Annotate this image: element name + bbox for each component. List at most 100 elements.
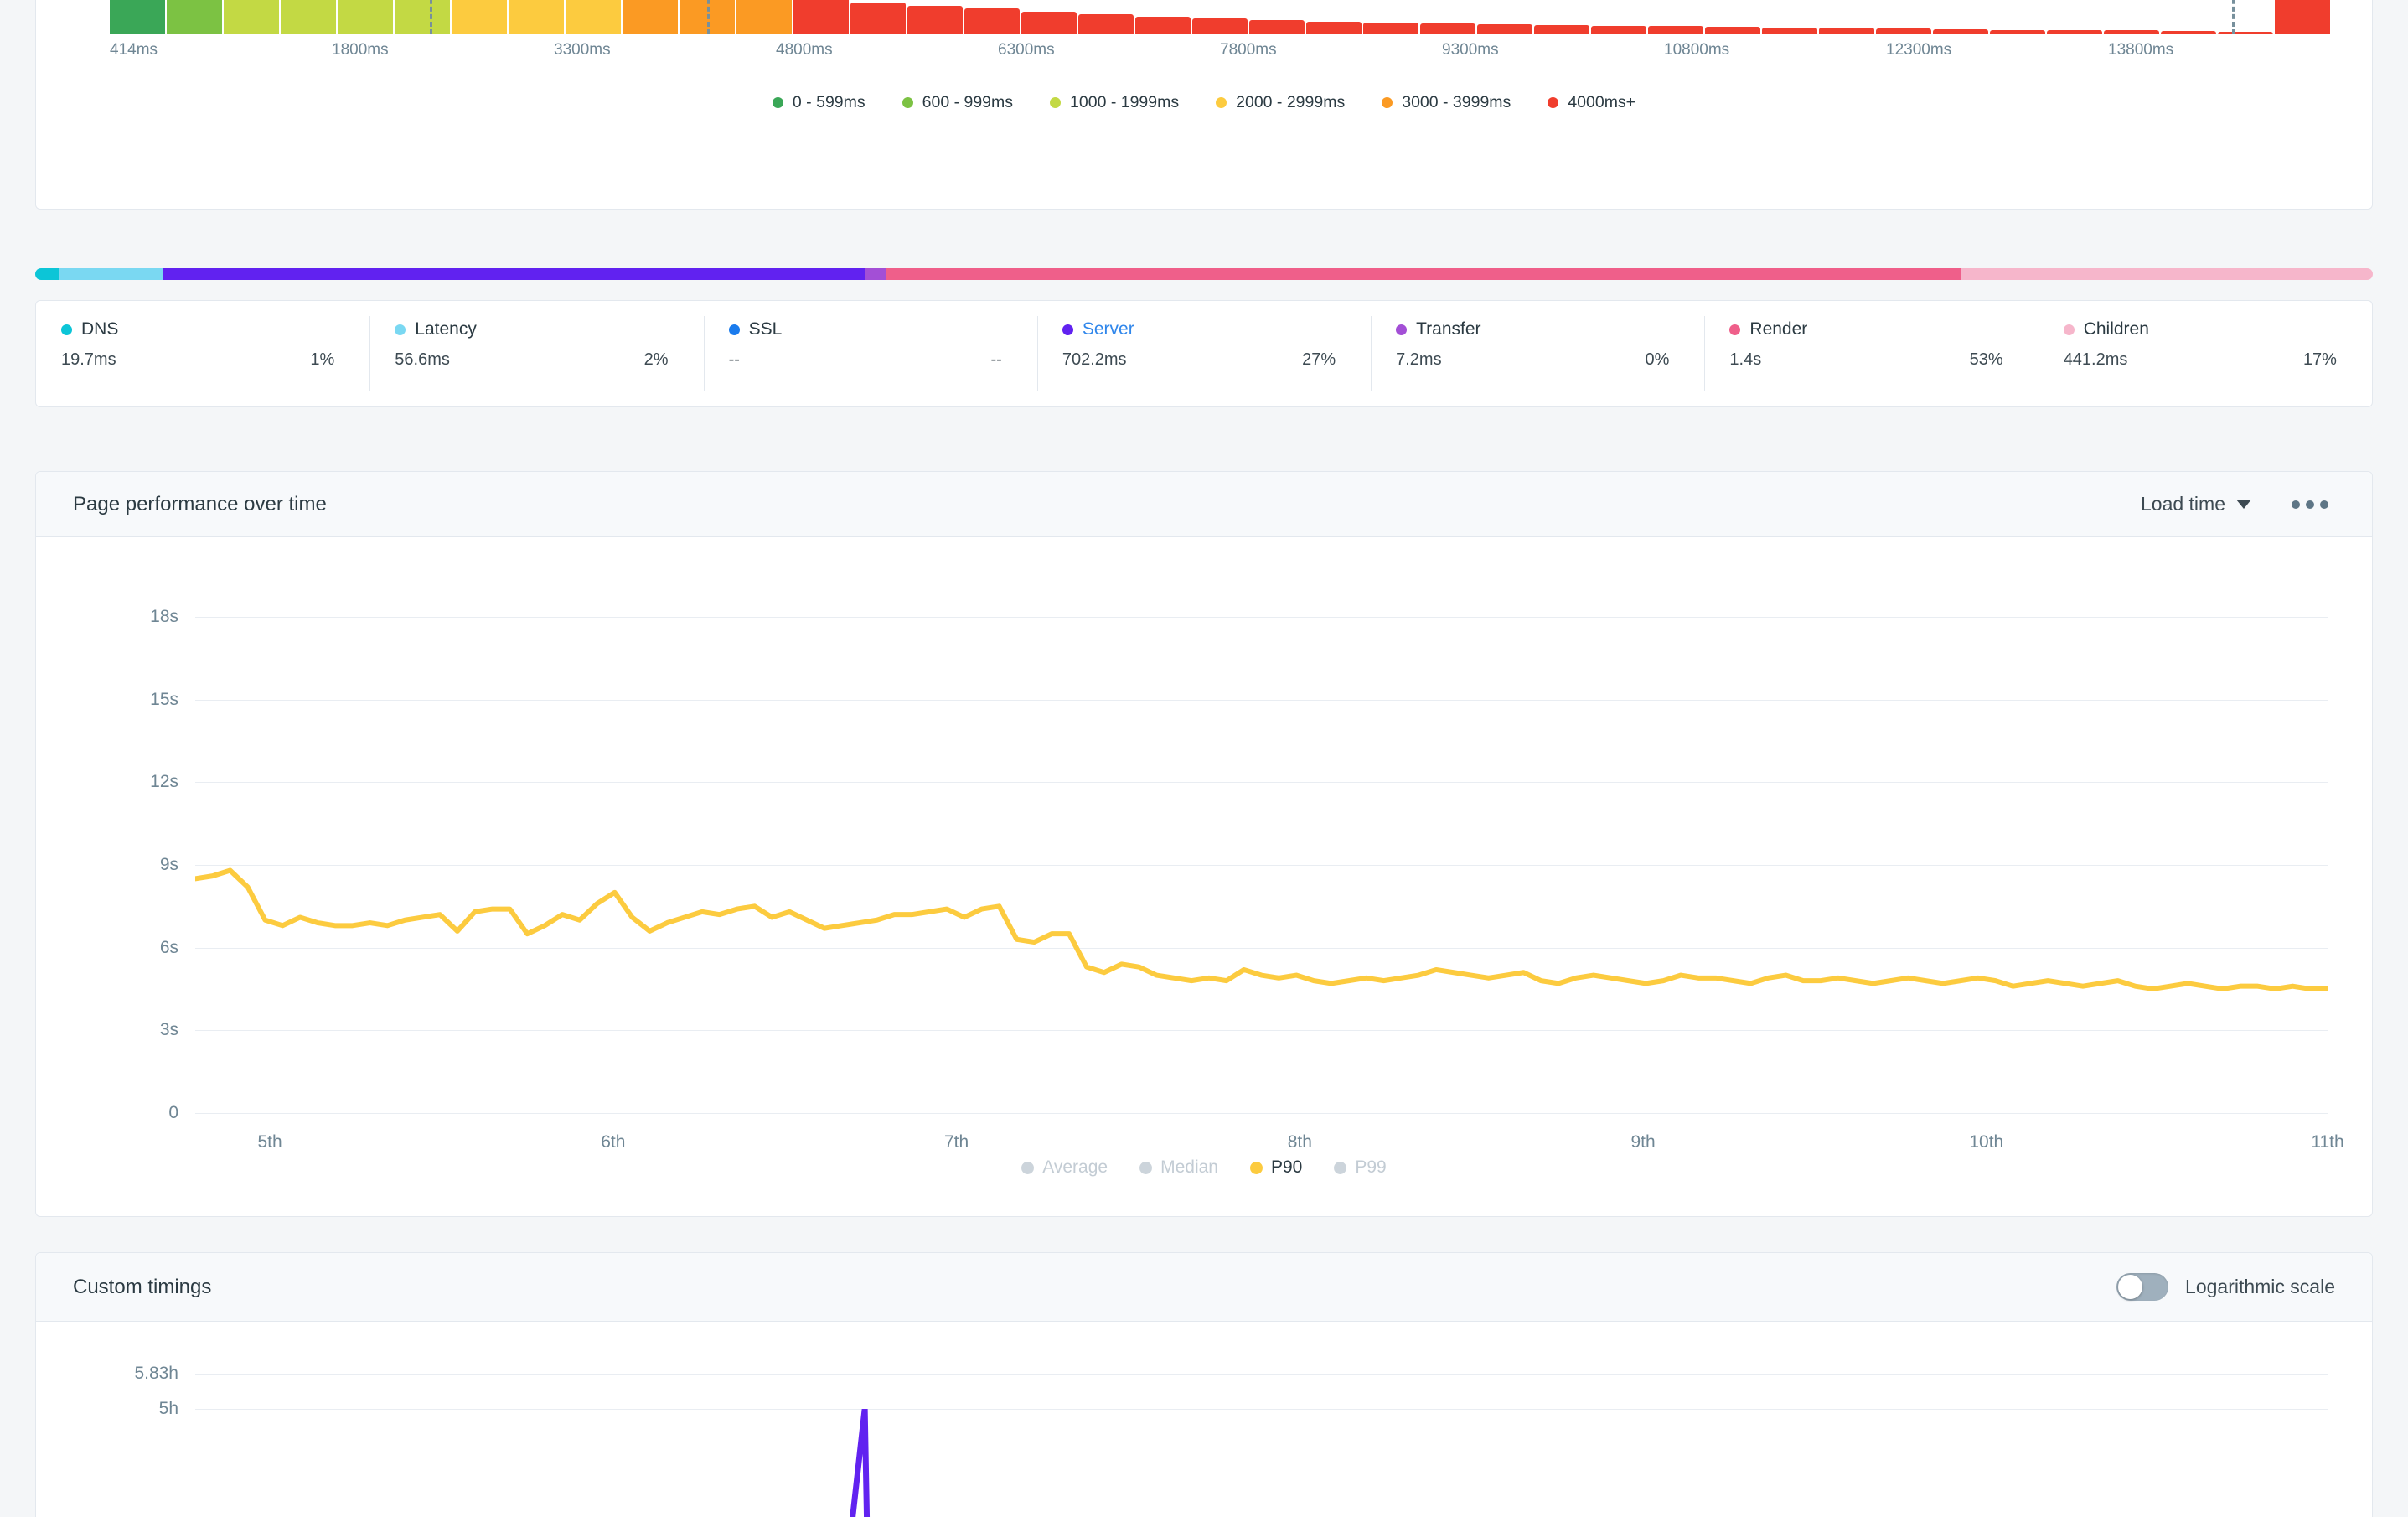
breakdown-percent: 53% (1969, 350, 2003, 369)
breakdown-value: -- (728, 350, 740, 369)
breakdown-values: 7.2ms 0% (1396, 350, 1679, 370)
breakdown-cell-server[interactable]: Server 702.2ms 27% (1036, 301, 1371, 406)
breakdown-head: SSL (728, 319, 1012, 339)
histogram-legend-item[interactable]: 0 - 599ms (772, 93, 866, 112)
performance-legend-item-p99[interactable]: P99 (1334, 1157, 1387, 1178)
page-performance-card: Page performance over time Load time 0 3s… (35, 471, 2373, 1217)
legend-label: 600 - 999ms (922, 93, 1014, 111)
metric-select[interactable]: Load time (2141, 493, 2251, 515)
histogram-bar[interactable] (736, 0, 792, 34)
histogram-bars[interactable] (110, 0, 2330, 34)
breakdown-cell-render[interactable]: Render 1.4s 53% (1704, 301, 2038, 406)
breakdown-percent: 17% (2302, 350, 2337, 369)
breakdown-cell-dns[interactable]: DNS 19.7ms 1% (36, 301, 369, 406)
page-performance-header-actions: Load time (2141, 493, 2335, 515)
histogram-legend-item[interactable]: 3000 - 3999ms (1382, 93, 1511, 112)
histogram-bar[interactable] (1192, 18, 1248, 34)
legend-dot (1021, 1161, 1035, 1174)
timing-segment-dns[interactable] (35, 268, 59, 280)
histogram-bar[interactable] (964, 8, 1020, 34)
timing-breakdown-bar[interactable] (35, 268, 2373, 280)
breakdown-name: Render (1749, 319, 1808, 339)
histogram-bar[interactable] (1306, 21, 1362, 34)
breakdown-head: Render (1729, 319, 2013, 339)
performance-legend-item-median[interactable]: Median (1139, 1157, 1218, 1178)
breakdown-name: Transfer (1416, 319, 1481, 339)
histogram-bar[interactable] (452, 0, 507, 34)
histogram-bar[interactable] (623, 0, 678, 34)
timing-segment-transfer[interactable] (865, 268, 886, 280)
performance-legend: Average Median P90 P99 (36, 1157, 2372, 1178)
histogram-bar[interactable] (338, 0, 393, 34)
custom-timings-card: Custom timings Logarithmic scale 5.83h 5h (35, 1252, 2373, 1517)
performance-line-chart[interactable]: 0 3s 6s 9s 12s 15s 18s 5th 6th 7th 8th 9th 10th 11th (150, 589, 2344, 1152)
breakdown-values: 19.7ms 1% (61, 350, 344, 370)
histogram-bar[interactable] (224, 0, 279, 34)
performance-legend-item-average[interactable]: Average (1021, 1157, 1108, 1178)
histogram-legend-item[interactable]: 4000ms+ (1548, 93, 1635, 112)
legend-dot (1050, 97, 1062, 108)
custom-timings-series-svg (850, 1409, 871, 1517)
histogram-bar[interactable] (850, 3, 906, 34)
histogram-bar[interactable] (509, 0, 564, 34)
timing-segment-latency[interactable] (58, 268, 164, 280)
histogram-bar[interactable] (395, 0, 450, 34)
histogram-bar[interactable] (566, 0, 621, 34)
kebab-menu-icon[interactable] (2285, 494, 2335, 515)
breakdown-cell-children[interactable]: Children 441.2ms 17% (2038, 301, 2372, 406)
timing-segment-children[interactable] (1961, 268, 2373, 280)
histogram-bar[interactable] (793, 0, 849, 34)
chevron-down-icon (2236, 500, 2251, 509)
histogram-legend-item[interactable]: 1000 - 1999ms (1050, 93, 1179, 112)
breakdown-name: Children (2083, 319, 2149, 339)
kebab-dot (2292, 500, 2300, 509)
legend-label: 0 - 599ms (792, 93, 866, 111)
logarithmic-scale-toggle[interactable]: Logarithmic scale (2116, 1273, 2335, 1301)
histogram-bar[interactable] (1363, 23, 1418, 34)
logarithmic-scale-label: Logarithmic scale (2185, 1276, 2335, 1297)
histogram-marker-line (706, 0, 710, 34)
timing-segment-server[interactable] (163, 268, 866, 280)
breakdown-cell-transfer[interactable]: Transfer 7.2ms 0% (1371, 301, 1704, 406)
histogram-legend-item[interactable]: 2000 - 2999ms (1216, 93, 1345, 112)
legend-dot (902, 97, 913, 108)
page-performance-header: Page performance over time Load time (36, 472, 2372, 537)
histogram-bar[interactable] (1078, 14, 1134, 34)
kebab-dot (2320, 500, 2328, 509)
breakdown-percent: 2% (643, 350, 669, 369)
histogram-bar[interactable] (167, 0, 222, 34)
legend-label: Average (1042, 1157, 1108, 1177)
y-axis-tick: 0 (168, 1103, 178, 1122)
histogram-bar[interactable] (2275, 0, 2330, 34)
custom-timings-body[interactable]: 5.83h 5h (36, 1322, 2372, 1517)
histogram-legend: 0 - 599ms 600 - 999ms 1000 - 1999ms 2000 - … (36, 93, 2372, 112)
breakdown-head: Latency (395, 319, 678, 339)
histogram-x-tick: 9300ms (1442, 41, 1499, 59)
histogram-bar[interactable] (907, 5, 963, 34)
y-axis-tick: 9s (159, 854, 178, 874)
breakdown-cell-ssl[interactable]: SSL -- -- (703, 301, 1037, 406)
breakdown-dot (395, 324, 406, 335)
custom-timings-header: Custom timings Logarithmic scale (36, 1253, 2372, 1322)
histogram-legend-item[interactable]: 600 - 999ms (902, 93, 1013, 112)
histogram-bar[interactable] (1249, 19, 1305, 34)
histogram-x-tick: 10800ms (1664, 41, 1730, 59)
y-axis-tick: 5.83h (134, 1364, 178, 1383)
timing-breakdown-card: DNS 19.7ms 1% Latency 56.6ms 2% SSL -- -- Server 7… (35, 300, 2373, 407)
histogram-bar[interactable] (1021, 11, 1077, 34)
performance-legend-item-p90[interactable]: P90 (1249, 1157, 1302, 1178)
histogram-bar[interactable] (281, 0, 336, 34)
breakdown-value: 56.6ms (395, 350, 450, 369)
breakdown-dot (1396, 324, 1408, 335)
legend-label: 4000ms+ (1568, 93, 1636, 111)
legend-label: P99 (1355, 1157, 1387, 1177)
breakdown-cell-latency[interactable]: Latency 56.6ms 2% (369, 301, 703, 406)
histogram-x-tick: 414ms (110, 41, 158, 59)
histogram-bar[interactable] (110, 0, 165, 34)
histogram-x-tick: 12300ms (1886, 41, 1952, 59)
timing-segment-render[interactable] (886, 268, 1961, 280)
legend-dot (1334, 1161, 1347, 1174)
x-axis-tick: 11th (2311, 1132, 2344, 1152)
histogram-bar[interactable] (1135, 17, 1191, 34)
histogram-x-tick: 4800ms (776, 41, 833, 59)
